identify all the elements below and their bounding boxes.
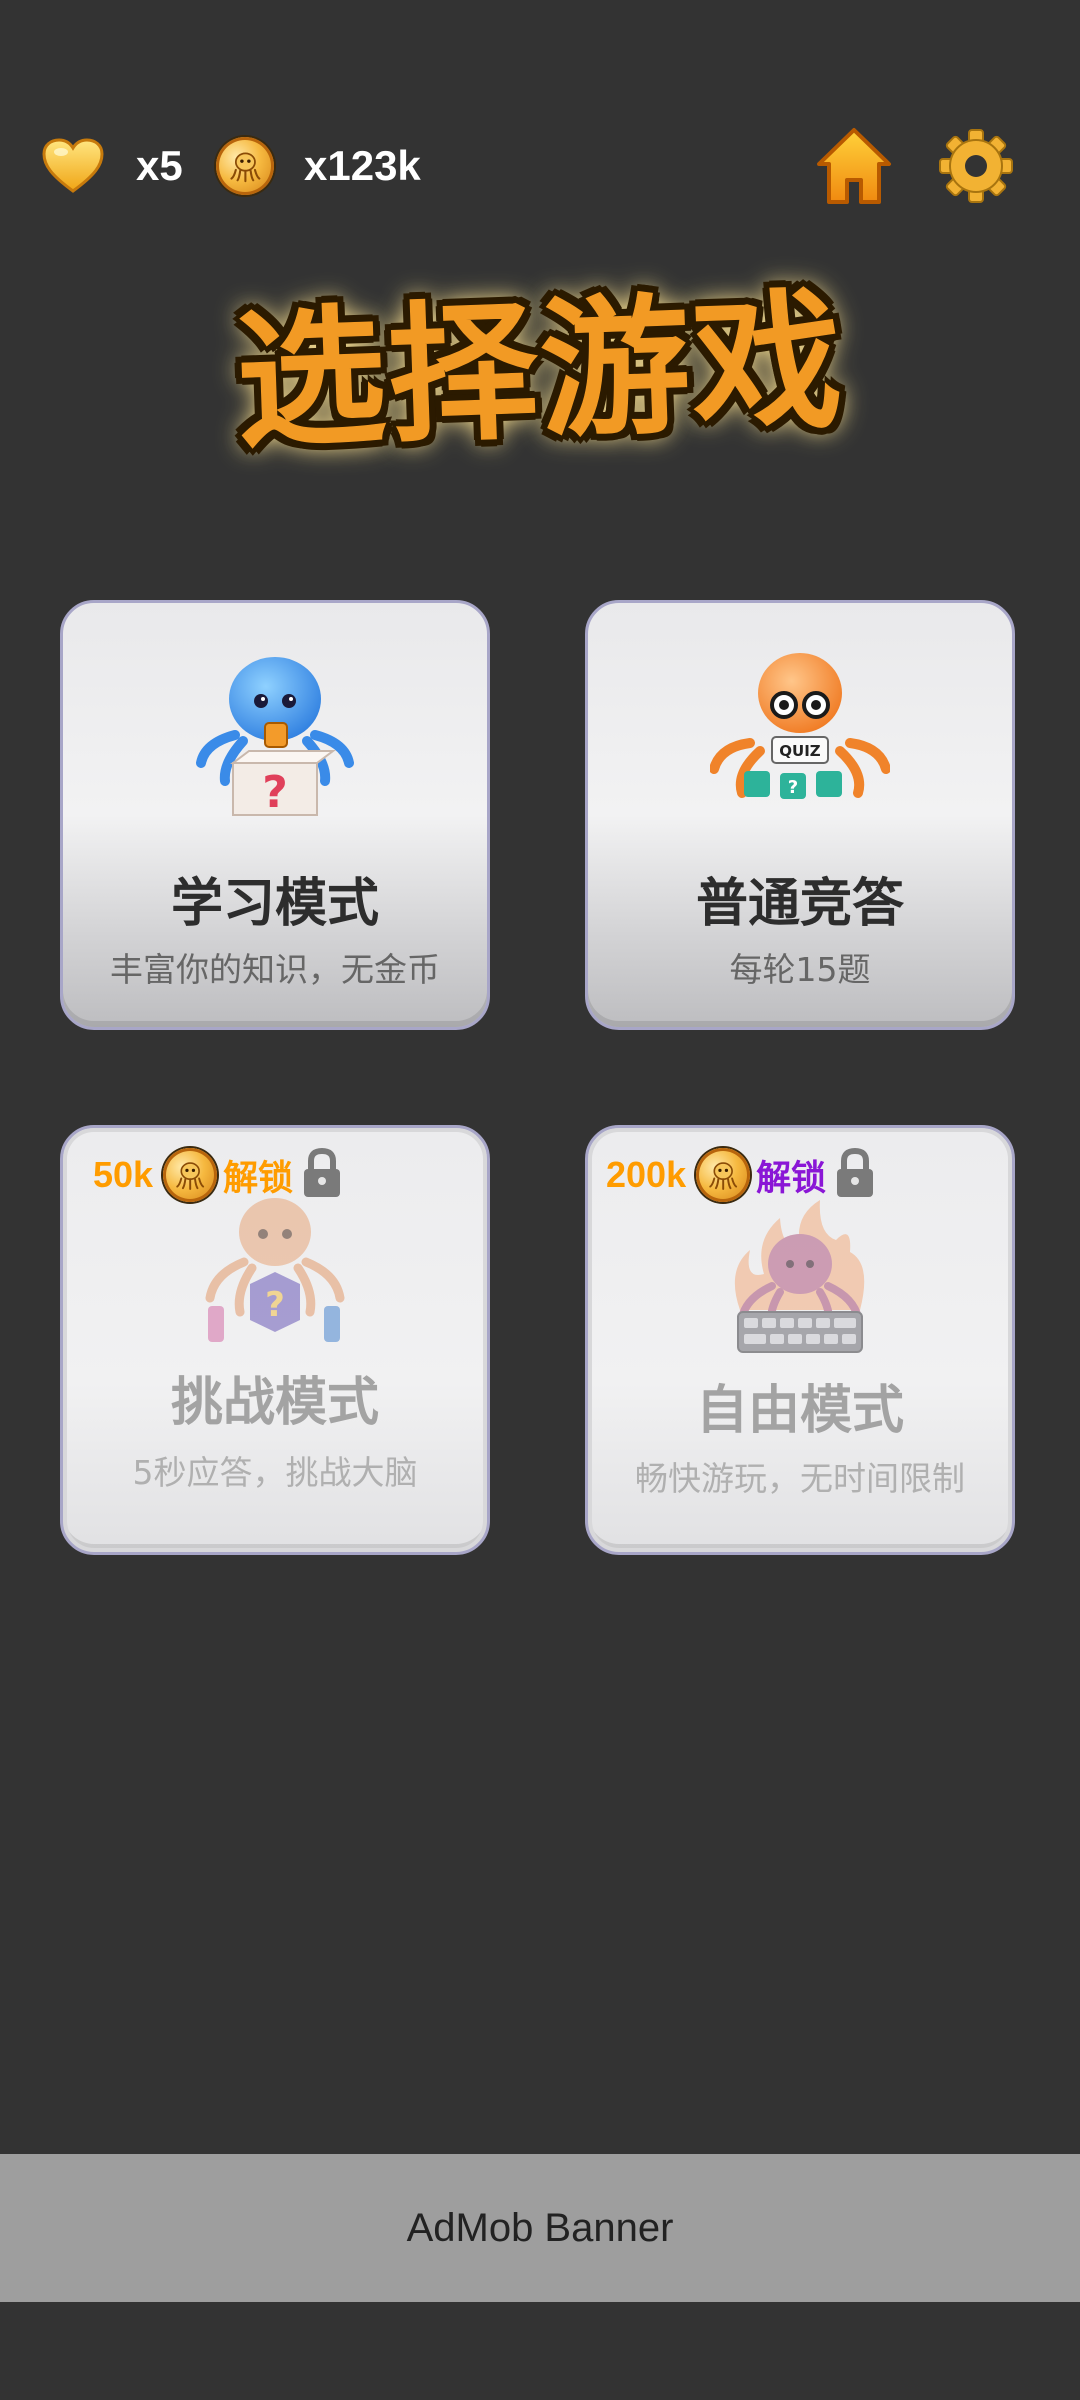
- svg-text:QUIZ: QUIZ: [779, 742, 821, 760]
- lives-counter: x5: [40, 118, 183, 214]
- svg-text:?: ?: [262, 767, 288, 818]
- mode-title: 普通竞答: [695, 874, 904, 934]
- coins-value: x123k: [304, 142, 421, 189]
- mode-title: 自由模式: [695, 1381, 904, 1441]
- admob-banner[interactable]: AdMob Banner: [0, 2154, 1080, 2302]
- lives-value: x5: [136, 142, 183, 189]
- coins-counter: x123k: [216, 118, 421, 214]
- mode-card-free[interactable]: 200k 解锁 自由模式 畅快游玩，无时间限制: [585, 1125, 1015, 1555]
- top-bar: x5 x123k: [0, 118, 1080, 214]
- mode-card-study[interactable]: ? 学习模式 丰富你的知识，无金币: [60, 600, 490, 1030]
- page-title: 选择游戏: [233, 274, 847, 470]
- blue-octopus-question-box-image: ?: [63, 643, 487, 833]
- mode-card-challenge[interactable]: 50k 解锁 ? 挑战模式 5秒应答，挑战大脑: [60, 1125, 490, 1555]
- mode-title: 挑战模式: [170, 1373, 379, 1433]
- gear-icon: [939, 129, 1013, 203]
- orange-octopus-quiz-image: QUIZ ?: [588, 643, 1012, 833]
- octopus-coin-icon: [216, 137, 274, 195]
- mode-subtitle: 丰富你的知识，无金币: [110, 950, 440, 989]
- svg-text:?: ?: [788, 777, 798, 798]
- mode-title: 学习模式: [170, 874, 379, 934]
- mode-card-quiz[interactable]: QUIZ ? 普通竞答 每轮15题: [585, 600, 1015, 1030]
- mode-subtitle: 畅快游玩，无时间限制: [635, 1459, 965, 1498]
- heart-icon: [40, 133, 106, 199]
- octopus-question-chips-image: ?: [63, 1188, 487, 1348]
- ad-label: AdMob Banner: [406, 2205, 674, 2250]
- svg-text:?: ?: [265, 1285, 285, 1325]
- fire-octopus-keyboard-image: [588, 1190, 1012, 1360]
- settings-button[interactable]: [928, 118, 1024, 214]
- home-icon: [817, 128, 891, 204]
- mode-subtitle: 5秒应答，挑战大脑: [132, 1453, 418, 1492]
- mode-subtitle: 每轮15题: [729, 950, 871, 989]
- home-button[interactable]: [806, 118, 902, 214]
